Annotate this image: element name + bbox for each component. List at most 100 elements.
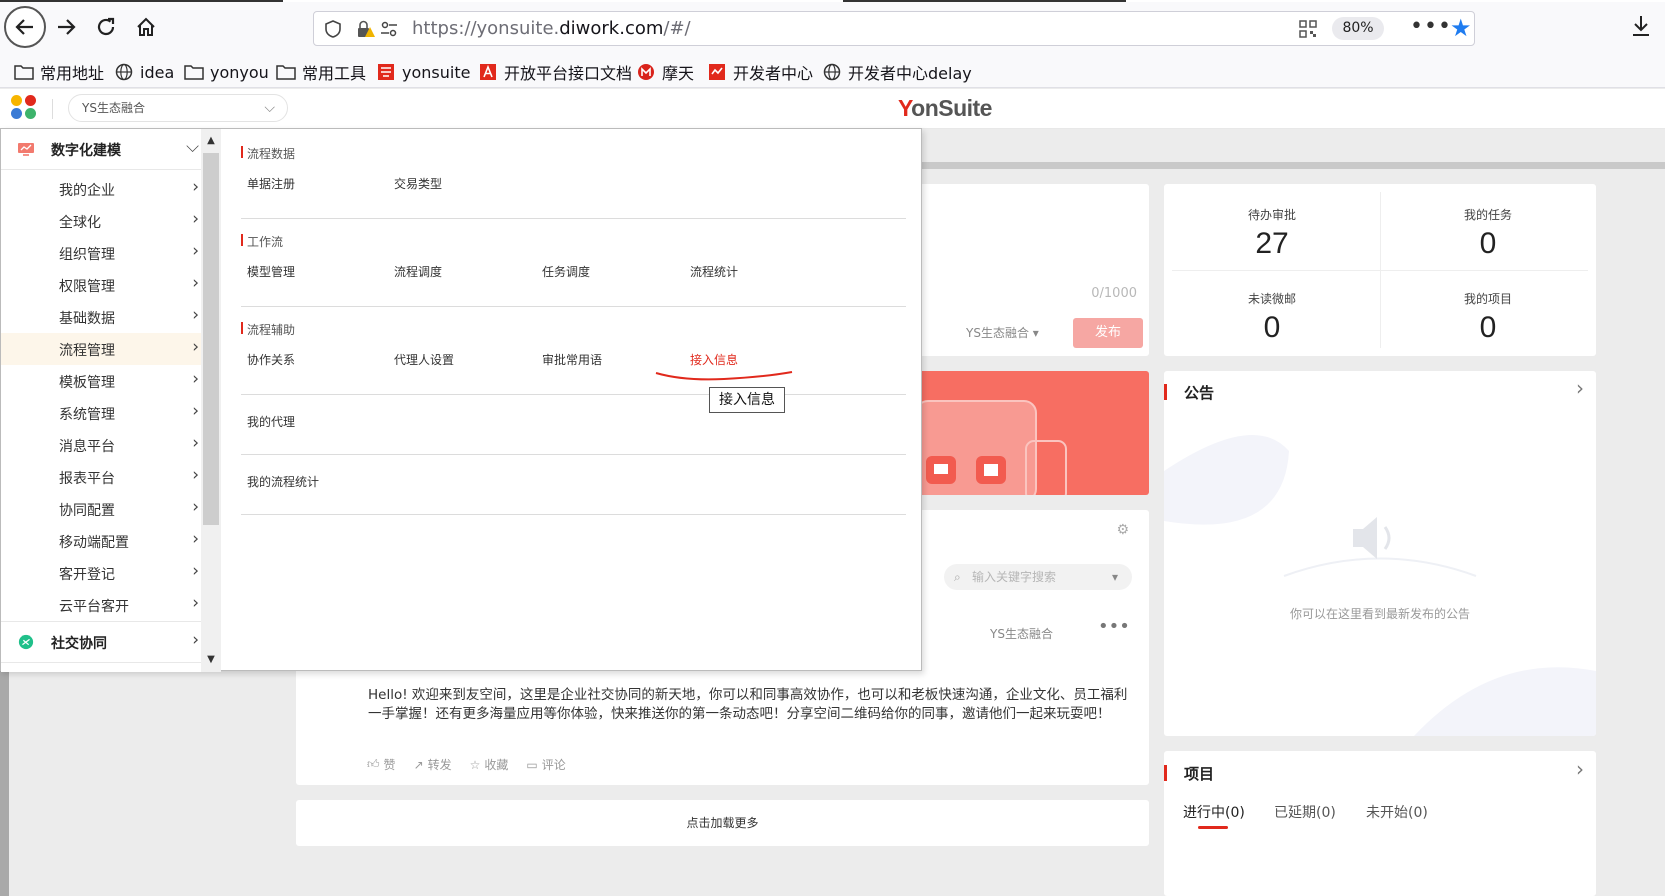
link-access-info[interactable]: 接入信息 — [690, 351, 738, 368]
social-collab-icon — [18, 634, 34, 650]
back-button[interactable] — [4, 6, 46, 48]
tab-in-progress[interactable]: 进行中(0) — [1183, 802, 1245, 822]
feed-search-input[interactable]: ⌕ 输入关键字搜索 ▾ — [944, 564, 1132, 590]
lock-warning-icon[interactable] — [356, 20, 376, 38]
bookmark-yonsuite[interactable]: yonsuite — [376, 60, 470, 84]
link-collab-relation[interactable]: 协作关系 — [247, 351, 295, 368]
menu-item-org-mgmt[interactable]: 组织管理 › — [1, 237, 201, 269]
bookmark-open-platform-docs[interactable]: 开放平台接口文档 — [478, 60, 632, 84]
link-flow-schedule[interactable]: 流程调度 — [394, 263, 442, 280]
chevron-right-icon: › — [192, 465, 199, 485]
download-icon[interactable] — [1630, 14, 1652, 38]
notice-empty-text: 你可以在这里看到最新发布的公告 — [1289, 607, 1470, 621]
bookmark-label: 常用工具 — [302, 64, 367, 83]
browser-toolbar: https://yonsuite.diwork.com/#/ 80% ••• ★ — [0, 0, 1665, 56]
menu-item-cloud-custom-dev[interactable]: 云平台客开 › — [1, 589, 201, 621]
permissions-icon[interactable] — [380, 20, 398, 38]
address-bar[interactable]: https://yonsuite.diwork.com/#/ 80% ••• ★ — [313, 11, 1475, 46]
chevron-right-icon[interactable]: › — [1576, 376, 1584, 400]
chevron-down-icon: ⌵ — [186, 137, 199, 157]
link-task-schedule[interactable]: 任务调度 — [542, 263, 590, 280]
link-my-agent[interactable]: 我的代理 — [247, 413, 295, 430]
chevron-right-icon: › — [192, 529, 199, 549]
section-flow-data: 流程数据 — [241, 145, 295, 162]
zoom-level-button[interactable]: 80% — [1332, 17, 1384, 40]
banner-illustration — [915, 400, 1067, 495]
menu-item-report-platform[interactable]: 报表平台 › — [1, 461, 201, 493]
menu-item-mobile-config[interactable]: 移动端配置 › — [1, 525, 201, 557]
menu-group-digital-modeling[interactable]: 数字化建模 ⌵ — [1, 129, 201, 169]
bookmark-yonyou[interactable]: yonyou — [184, 60, 269, 84]
menu-item-permission-mgmt[interactable]: 权限管理 › — [1, 269, 201, 301]
bookmark-idea[interactable]: idea — [114, 60, 174, 84]
qr-code-icon[interactable] — [1299, 20, 1317, 38]
bookmark-dev-center[interactable]: 开发者中心 — [707, 60, 813, 84]
link-agent-setting[interactable]: 代理人设置 — [394, 351, 454, 368]
app-launcher-icon[interactable] — [11, 95, 39, 121]
menu-sidebar: 数字化建模 ⌵ 我的企业 › 全球化 › 组织管理 › 权限管理 › 基础数据 › 流程管… — [1, 129, 201, 672]
bookmark-common-tools[interactable]: 常用工具 — [276, 60, 366, 84]
menu-item-template-mgmt[interactable]: 模板管理 › — [1, 365, 201, 397]
link-my-flow-stats[interactable]: 我的流程统计 — [247, 473, 319, 490]
menu-group-label: 数字化建模 — [51, 143, 121, 159]
menu-group-social-collab[interactable]: 社交协同 › — [1, 622, 201, 662]
chevron-right-icon: › — [192, 209, 199, 229]
forward-button[interactable] — [47, 8, 85, 46]
link-approval-phrases[interactable]: 审批常用语 — [542, 351, 602, 368]
menu-item-collab-config[interactable]: 协同配置 › — [1, 493, 201, 525]
motian-icon — [636, 63, 656, 81]
link-flow-stats[interactable]: 流程统计 — [690, 263, 738, 280]
menu-item-base-data[interactable]: 基础数据 › — [1, 301, 201, 333]
chevron-right-icon: › — [192, 630, 199, 650]
dev-icon — [707, 63, 727, 81]
like-button[interactable]: 👍︎ 赞 — [367, 756, 396, 773]
tab-delayed[interactable]: 已延期(0) — [1274, 802, 1336, 822]
project-title: 项目 — [1164, 763, 1214, 784]
link-trade-type[interactable]: 交易类型 — [394, 175, 442, 192]
url-text[interactable]: https://yonsuite.diwork.com/#/ — [412, 18, 691, 39]
forward-button[interactable]: ↗ 转发 — [414, 756, 452, 773]
stat-my-projects[interactable]: 我的项目 0 — [1380, 290, 1596, 345]
chevron-down-icon: ⌵ — [264, 100, 275, 116]
chevron-right-icon: › — [192, 305, 199, 325]
link-doc-register[interactable]: 单据注册 — [247, 175, 295, 192]
menu-item-process-mgmt[interactable]: 流程管理 › — [1, 333, 201, 365]
menu-item-custom-dev-register[interactable]: 客开登记 › — [1, 557, 201, 589]
bookmark-star-icon[interactable]: ★ — [1450, 14, 1472, 42]
bookmark-label: idea — [140, 62, 175, 82]
link-model-mgmt[interactable]: 模型管理 — [247, 263, 295, 280]
bookmark-dev-center-delay[interactable]: 开发者中心delay — [822, 60, 972, 84]
home-button[interactable] — [127, 8, 165, 46]
menu-item-globalization[interactable]: 全球化 › — [1, 205, 201, 237]
stat-my-tasks[interactable]: 我的任务 0 — [1380, 206, 1596, 261]
page-actions-menu[interactable]: ••• — [1410, 14, 1452, 39]
publish-button[interactable]: 发布 — [1073, 318, 1143, 348]
bookmark-motian[interactable]: 摩天 — [636, 60, 694, 84]
shield-icon[interactable] — [324, 20, 342, 38]
feed-more-icon[interactable]: ••• — [1098, 616, 1130, 637]
folder-icon — [276, 63, 296, 81]
caret-down-icon: ▾ — [1032, 326, 1039, 340]
comment-button[interactable]: ▭ 评论 — [526, 756, 565, 773]
menu-item-my-enterprise[interactable]: 我的企业 › — [1, 173, 201, 205]
feed-actions: 👍︎ 赞 ↗ 转发 ☆ 收藏 ▭ 评论 — [367, 756, 566, 773]
tab-not-started[interactable]: 未开始(0) — [1366, 802, 1428, 822]
chevron-right-icon[interactable]: › — [1576, 757, 1584, 781]
settings-gear-icon[interactable]: ⚙ — [1116, 522, 1129, 538]
favorite-button[interactable]: ☆ 收藏 — [470, 756, 509, 773]
menu-item-message-platform[interactable]: 消息平台 › — [1, 429, 201, 461]
post-org-select[interactable]: YS生态融合 ▾ — [966, 324, 1039, 341]
bookmark-common-address[interactable]: 常用地址 — [14, 60, 104, 84]
chevron-right-icon: › — [192, 337, 199, 357]
caret-down-icon[interactable]: ▾ — [1112, 564, 1118, 590]
menu-scrollbar-thumb[interactable] — [203, 153, 219, 525]
scroll-up-arrow[interactable]: ▲ — [201, 131, 221, 151]
stat-pending-approval[interactable]: 待办审批 27 — [1164, 206, 1380, 261]
reload-button[interactable] — [87, 8, 125, 46]
load-more-button[interactable]: 点击加载更多 — [296, 800, 1149, 846]
org-select[interactable]: YS生态融合 ⌵ — [68, 94, 288, 122]
chevron-right-icon: › — [192, 369, 199, 389]
menu-item-system-mgmt[interactable]: 系统管理 › — [1, 397, 201, 429]
scroll-down-arrow[interactable]: ▼ — [201, 650, 221, 670]
stat-unread-mail[interactable]: 未读微邮 0 — [1164, 290, 1380, 345]
